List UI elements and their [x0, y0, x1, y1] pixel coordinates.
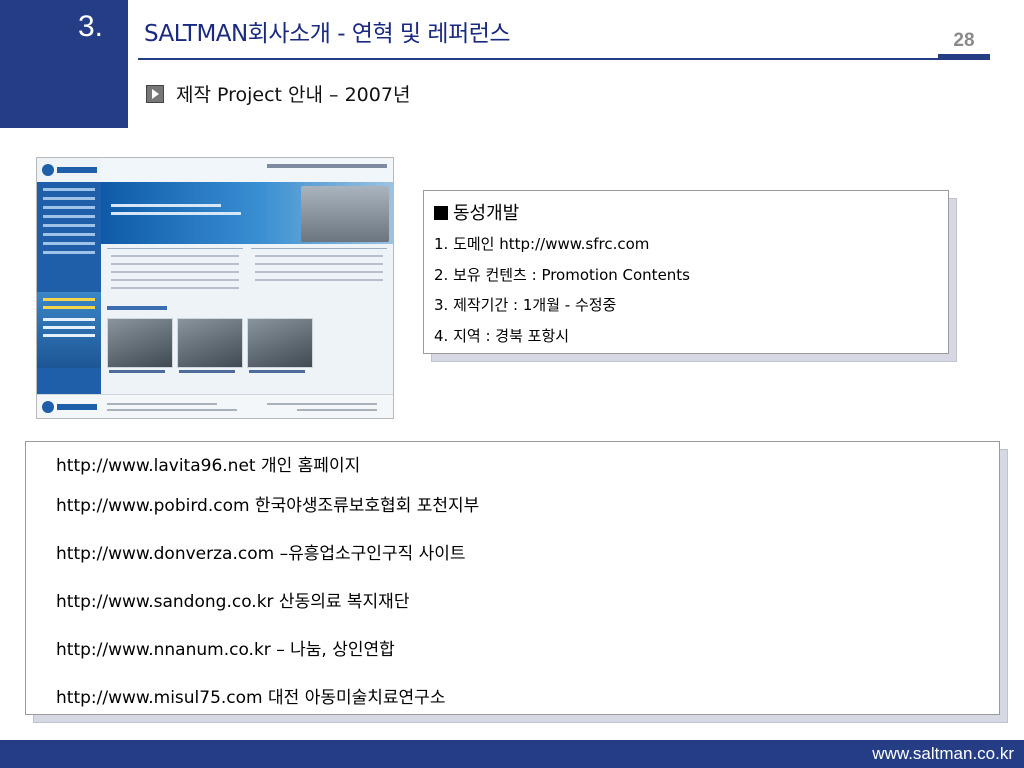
site-photo	[107, 318, 173, 368]
footer-url[interactable]: www.saltman.co.kr	[872, 744, 1014, 764]
site-photo	[247, 318, 313, 368]
info-card-title-text: 동성개발	[453, 203, 520, 224]
section-number: 3.	[78, 10, 104, 43]
site-logo-icon	[42, 164, 97, 176]
section-number-box: 3.	[0, 0, 128, 128]
reference-link[interactable]: http://www.nnanum.co.kr – 나눔, 상인연합	[56, 635, 395, 660]
reference-link[interactable]: http://www.misul75.com 대전 아동미술치료연구소	[56, 683, 445, 708]
title-underline	[138, 58, 990, 60]
site-ad-banner	[37, 292, 101, 368]
play-triangle-icon	[146, 85, 164, 103]
website-screenshot	[36, 157, 394, 419]
page-number-bar	[938, 54, 990, 60]
subtitle: 제작 Project 안내 – 2007년	[146, 80, 410, 107]
info-line: 4. 지역 : 경북 포항시	[434, 326, 570, 345]
reference-link[interactable]: http://www.lavita96.net 개인 홈페이지	[56, 451, 360, 476]
black-square-icon	[434, 206, 448, 220]
site-photo	[177, 318, 243, 368]
subtitle-text: 제작 Project 안내 – 2007년	[176, 84, 411, 106]
info-line: 3. 제작기간 : 1개월 - 수정중	[434, 296, 617, 314]
footer-bar: www.saltman.co.kr	[0, 740, 1024, 768]
site-preview-heading	[107, 306, 167, 310]
reference-link[interactable]: http://www.donverza.com –유흥업소구인구직 사이트	[56, 539, 466, 564]
info-line: 2. 보유 컨텐츠 : Promotion Contents	[434, 265, 690, 284]
slide-title: SALTMAN회사소개 - 연혁 및 레퍼런스	[144, 21, 511, 47]
links-card: http://www.lavita96.net 개인 홈페이지 http://w…	[25, 441, 1000, 715]
info-card-title: 동성개발	[434, 199, 948, 225]
info-line: 1. 도메인 http://www.sfrc.com	[434, 235, 650, 253]
page-number: 28	[953, 30, 975, 51]
site-footer	[37, 394, 393, 418]
site-header	[101, 158, 393, 182]
reference-link[interactable]: http://www.sandong.co.kr 산동의료 복지재단	[56, 587, 409, 612]
site-notice-column	[107, 248, 243, 303]
site-board-column	[251, 248, 387, 303]
info-card: 동성개발 1. 도메인 http://www.sfrc.com 2. 보유 컨텐…	[423, 190, 949, 354]
reference-link[interactable]: http://www.pobird.com 한국야생조류보호협회 포천지부	[56, 491, 479, 516]
site-banner	[101, 182, 393, 244]
